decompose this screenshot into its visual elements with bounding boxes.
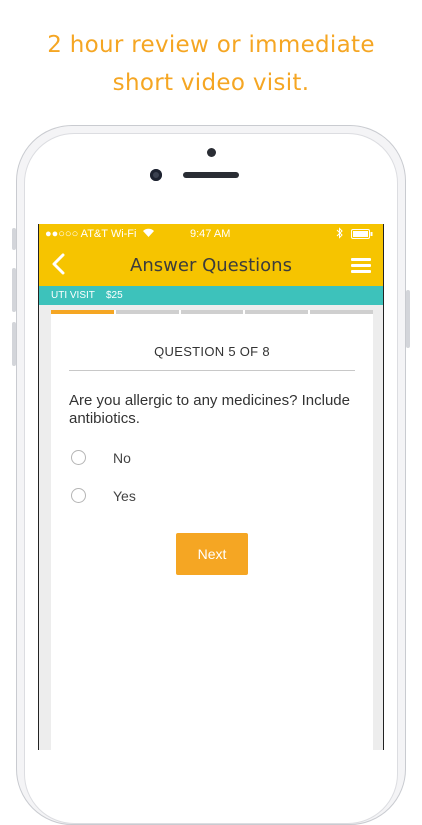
progress-segment [180,310,244,314]
hamburger-menu-icon [351,258,371,261]
hamburger-line [351,270,371,273]
menu-button[interactable] [351,258,371,274]
phone-volume-up [12,268,16,312]
carrier-text: ●●○○○ AT&T Wi-Fi [45,228,137,240]
wifi-icon [142,227,155,241]
front-camera [150,169,162,181]
question-card: QUESTION 5 OF 8 Are you allergic to any … [51,310,373,750]
phone-power-button [406,290,410,348]
status-bar: ●●○○○ AT&T Wi-Fi 9:47 AM [39,224,383,244]
option-label: No [113,450,131,466]
next-button[interactable]: Next [176,533,248,575]
option-no[interactable]: No [71,448,271,470]
bluetooth-icon [336,227,344,242]
visit-price: $25 [106,290,123,301]
headline-line-2: short video visit. [112,70,310,96]
clock-text: 9:47 AM [190,228,231,240]
visit-info-bar: UTI VISIT $25 [39,286,383,305]
page-title: Answer Questions [130,255,292,276]
headline-line-1: 2 hour review or immediate [47,32,375,58]
question-counter: QUESTION 5 OF 8 [154,344,270,359]
earpiece-speaker [183,172,239,178]
option-yes[interactable]: Yes [71,486,271,508]
question-text: Are you allergic to any medicines? Inclu… [69,392,350,427]
divider [69,370,355,371]
radio-button[interactable] [71,488,86,503]
proximity-sensor [207,148,216,157]
progress-segment [310,310,373,314]
progress-segment [115,310,179,314]
battery-icon [351,229,373,242]
radio-button[interactable] [71,450,86,465]
app-screen: ●●○○○ AT&T Wi-Fi 9:47 AM Answer Question… [38,224,384,750]
progress-segment [51,310,114,314]
navigation-bar: Answer Questions [39,244,383,286]
progress-segment [245,310,309,314]
visit-name: UTI VISIT [51,290,95,301]
hamburger-line [351,264,371,267]
progress-bar [51,310,373,314]
phone-volume-down [12,322,16,366]
marketing-headline: 2 hour review or immediate short video v… [0,26,422,102]
phone-mute-switch [12,228,16,250]
option-label: Yes [113,488,136,504]
